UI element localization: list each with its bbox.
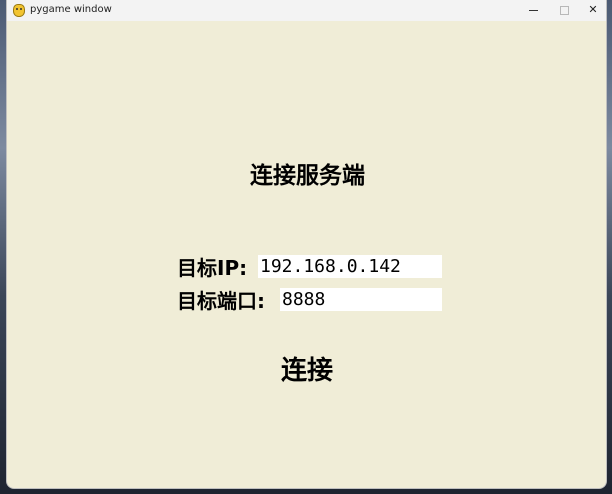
page-title: 连接服务端 [250,163,365,189]
minimize-icon [528,9,538,11]
maximize-button[interactable] [548,0,580,21]
connect-button[interactable]: 连接 [267,350,347,387]
pygame-snake-icon [13,4,25,17]
minimize-button[interactable] [517,0,549,21]
close-icon: ✕ [588,3,598,16]
window-title: pygame window [30,4,112,15]
pygame-window: pygame window ✕ 连接服务端 目标IP: 192.168.0.14… [6,0,607,489]
port-input[interactable]: 8888 [280,288,442,311]
port-label: 目标端口: [177,289,265,313]
maximize-icon [559,5,569,15]
ip-input[interactable]: 192.168.0.142 [258,255,442,278]
title-bar[interactable]: pygame window ✕ [7,0,606,21]
close-button[interactable]: ✕ [577,0,606,21]
ip-label: 目标IP: [177,256,248,280]
